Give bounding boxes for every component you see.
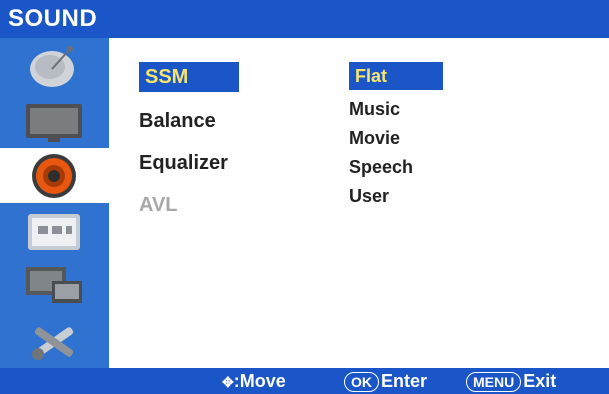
exit-hint-label: Exit [523,371,557,391]
move-hint: ✥:Move [222,371,286,392]
arrow-keys-icon: ✥ [222,374,234,390]
menu-key-badge: MENU [466,372,522,392]
option-music[interactable]: Music [349,95,400,123]
clock-timer-icon [28,214,80,250]
menu-item-equalizer[interactable]: Equalizer [139,148,228,178]
speaker-icon [32,154,76,198]
option-speech[interactable]: Speech [349,153,413,181]
pc-monitor-icon [26,267,82,303]
sidebar [0,38,109,368]
option-movie[interactable]: Movie [349,124,400,152]
page-title: SOUND [8,5,98,32]
option-user[interactable]: User [349,182,389,210]
option-flat[interactable]: Flat [349,62,443,90]
menu-item-balance[interactable]: Balance [139,106,216,136]
sidebar-item-picture[interactable] [0,93,109,148]
satellite-dish-icon [30,46,74,87]
enter-hint-label: Enter [381,371,428,391]
footer-bar: ✥:Move OK Enter MENU Exit [0,368,609,394]
enter-hint: OK Enter [344,371,427,392]
ok-key-badge: OK [344,372,379,392]
exit-hint: MENU Exit [466,371,556,392]
sidebar-item-timer[interactable] [0,203,109,258]
sidebar-item-satellite[interactable] [0,38,109,93]
tv-picture-icon [26,104,82,142]
menu-item-avl: AVL [139,194,178,216]
move-hint-label: :Move [233,371,286,391]
sidebar-item-setup[interactable] [0,313,109,368]
sidebar-item-pc[interactable] [0,258,109,313]
header-bar: SOUND [0,0,609,38]
menu-item-ssm[interactable]: SSM [139,62,239,92]
sidebar-item-sound[interactable] [0,148,109,203]
sound-menu-panel: SSM Balance Equalizer AVL Flat Music Mov… [109,38,609,368]
wrench-tools-icon [32,327,74,360]
